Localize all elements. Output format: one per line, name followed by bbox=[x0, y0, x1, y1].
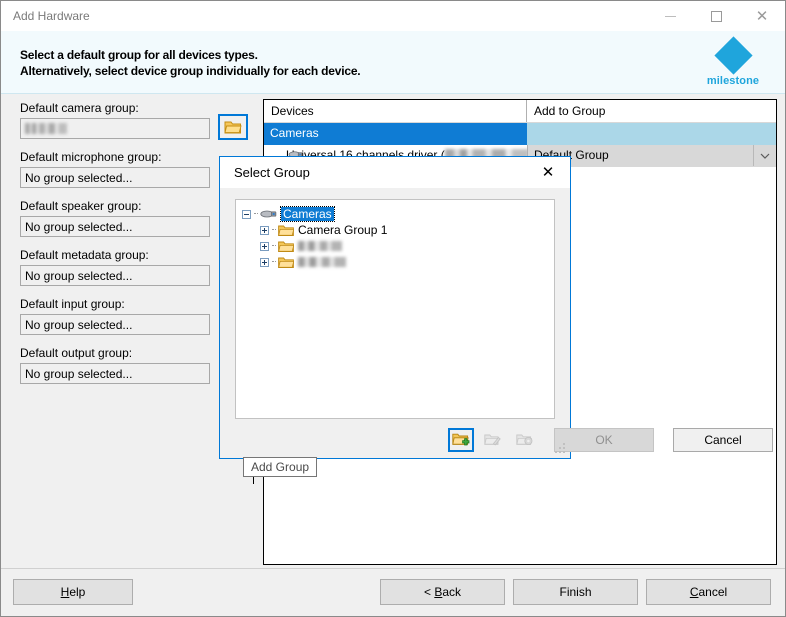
wizard-button-bar: Help < Back Finish Cancel bbox=[1, 568, 785, 616]
devices-table-header: Devices Add to Group bbox=[264, 100, 776, 123]
select-group-close-button[interactable]: ✕ bbox=[526, 157, 570, 187]
tree-node-cameras[interactable]: Cameras bbox=[236, 206, 554, 222]
add-group-button[interactable] bbox=[448, 428, 474, 452]
field-default-input-group: Default input group: No group selected..… bbox=[20, 297, 210, 335]
column-header-devices: Devices bbox=[264, 100, 527, 122]
field-default-metadata-group: Default metadata group: No group selecte… bbox=[20, 248, 210, 286]
close-button[interactable]: ✕ bbox=[739, 1, 785, 31]
field-default-camera-group: Default camera group: bbox=[20, 101, 210, 139]
collapse-expander-icon[interactable] bbox=[242, 210, 251, 219]
maximize-icon bbox=[711, 11, 722, 22]
input-default-input-group[interactable]: No group selected... bbox=[20, 314, 210, 335]
input-default-speaker-group[interactable]: No group selected... bbox=[20, 216, 210, 237]
folder-icon bbox=[224, 120, 242, 135]
banner-line-2: Alternatively, select device group indiv… bbox=[20, 64, 360, 78]
label-default-speaker-group: Default speaker group: bbox=[20, 199, 210, 213]
instruction-banner: Select a default group for all devices t… bbox=[1, 31, 785, 94]
expand-expander-icon[interactable] bbox=[260, 258, 269, 267]
ok-button-label: OK bbox=[595, 433, 612, 447]
expand-expander-icon[interactable] bbox=[260, 226, 269, 235]
select-group-dialog: Select Group ✕ Cameras bbox=[219, 156, 571, 459]
tree-node-group-3[interactable] bbox=[236, 254, 554, 270]
label-default-metadata-group: Default metadata group: bbox=[20, 248, 210, 262]
field-default-output-group: Default output group: No group selected.… bbox=[20, 346, 210, 384]
folder-icon bbox=[278, 240, 294, 253]
group-cell-cameras bbox=[527, 123, 776, 145]
tree-connector bbox=[254, 213, 258, 215]
tooltip-text: Add Group bbox=[251, 460, 309, 474]
back-button[interactable]: < Back bbox=[380, 579, 505, 605]
tree-connector bbox=[272, 261, 276, 263]
select-group-title: Select Group bbox=[234, 165, 310, 180]
expand-expander-icon[interactable] bbox=[260, 242, 269, 251]
label-default-camera-group: Default camera group: bbox=[20, 101, 210, 115]
window-title: Add Hardware bbox=[13, 9, 90, 23]
banner-line-1: Select a default group for all devices t… bbox=[20, 48, 258, 62]
milestone-logo-text: milestone bbox=[697, 75, 769, 87]
folder-edit-icon bbox=[484, 432, 502, 448]
redacted-value bbox=[25, 123, 67, 134]
redacted-tree-label bbox=[298, 241, 342, 251]
select-group-cancel-button[interactable]: Cancel bbox=[673, 428, 773, 452]
minimize-icon bbox=[665, 16, 676, 17]
minimize-button[interactable] bbox=[647, 1, 693, 31]
milestone-diamond-icon bbox=[714, 36, 752, 74]
tree-node-group-2[interactable] bbox=[236, 238, 554, 254]
help-button-rest: elp bbox=[69, 585, 85, 599]
label-default-output-group: Default output group: bbox=[20, 346, 210, 360]
label-default-input-group: Default input group: bbox=[20, 297, 210, 311]
finish-button-label: Finish bbox=[559, 585, 591, 599]
maximize-button[interactable] bbox=[693, 1, 739, 31]
field-default-microphone-group: Default microphone group: No group selec… bbox=[20, 150, 210, 188]
resize-grip-icon[interactable] bbox=[555, 443, 566, 454]
cancel-button-label: Cancel bbox=[704, 433, 741, 447]
close-icon: ✕ bbox=[756, 9, 769, 24]
folder-icon bbox=[278, 224, 294, 237]
add-hardware-window: Add Hardware ✕ Select a default group fo… bbox=[0, 0, 786, 617]
delete-group-button bbox=[512, 428, 538, 452]
redacted-tree-label bbox=[298, 257, 346, 267]
tooltip: Add Group bbox=[243, 457, 317, 477]
field-default-speaker-group: Default speaker group: No group selected… bbox=[20, 199, 210, 237]
folder-add-icon bbox=[452, 432, 470, 448]
input-default-camera-group[interactable] bbox=[20, 118, 210, 139]
edit-group-button bbox=[480, 428, 506, 452]
window-titlebar: Add Hardware ✕ bbox=[1, 1, 785, 31]
column-header-add-to-group: Add to Group bbox=[527, 100, 776, 122]
input-default-microphone-group[interactable]: No group selected... bbox=[20, 167, 210, 188]
camera-icon bbox=[260, 208, 277, 220]
tree-label-camera-group-1: Camera Group 1 bbox=[298, 223, 387, 237]
folder-icon bbox=[278, 256, 294, 269]
select-group-titlebar: Select Group ✕ bbox=[220, 157, 570, 188]
tree-connector bbox=[272, 229, 276, 231]
label-default-microphone-group: Default microphone group: bbox=[20, 150, 210, 164]
chevron-down-icon[interactable] bbox=[753, 145, 776, 166]
close-icon: ✕ bbox=[542, 163, 555, 181]
input-default-metadata-group[interactable]: No group selected... bbox=[20, 265, 210, 286]
tree-label-cameras: Cameras bbox=[281, 207, 334, 221]
select-group-ok-button[interactable]: OK bbox=[554, 428, 654, 452]
input-default-output-group[interactable]: No group selected... bbox=[20, 363, 210, 384]
device-group-label-cameras: Cameras bbox=[264, 123, 527, 145]
table-row[interactable]: Cameras bbox=[264, 123, 776, 145]
cancel-button[interactable]: Cancel bbox=[646, 579, 771, 605]
help-button[interactable]: Help bbox=[13, 579, 133, 605]
folder-delete-icon bbox=[516, 432, 534, 448]
tree-node-camera-group-1[interactable]: Camera Group 1 bbox=[236, 222, 554, 238]
group-tree[interactable]: Cameras Camera Group 1 bbox=[235, 199, 555, 419]
tree-connector bbox=[272, 245, 276, 247]
finish-button[interactable]: Finish bbox=[513, 579, 638, 605]
tooltip-pointer bbox=[253, 477, 254, 484]
browse-camera-group-button[interactable] bbox=[218, 114, 248, 140]
milestone-logo: milestone bbox=[697, 39, 769, 89]
